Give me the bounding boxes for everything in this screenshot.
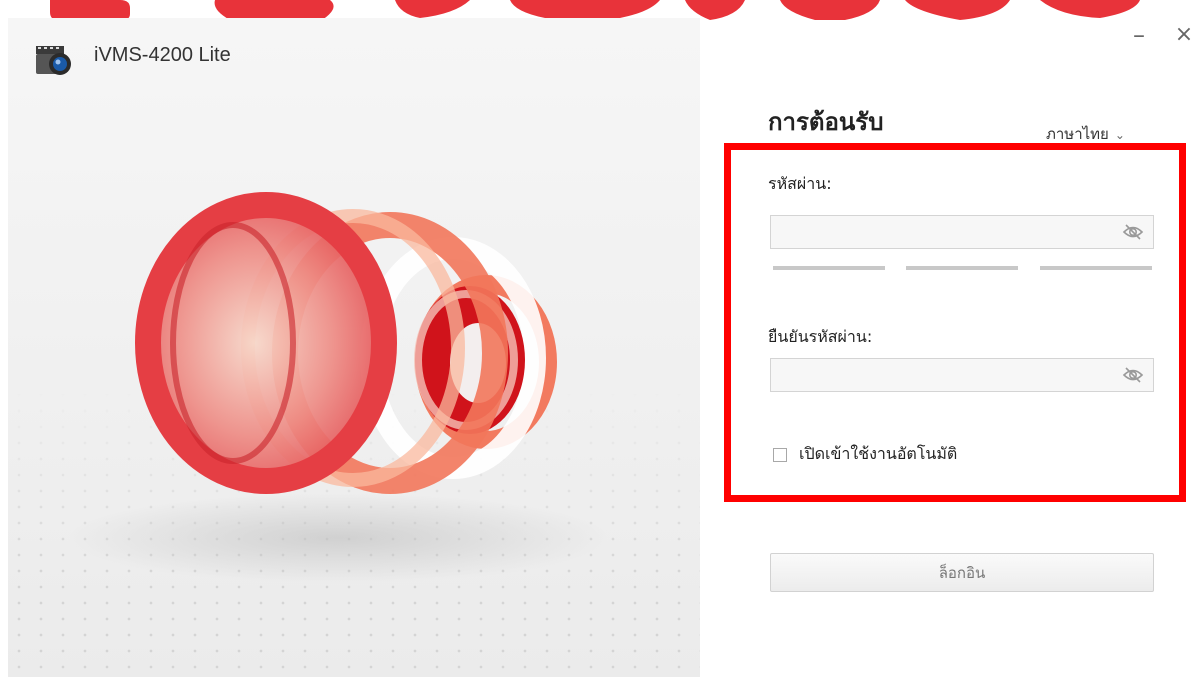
confirm-password-input[interactable] [771,359,1131,391]
minimize-button[interactable]: – [1128,22,1150,48]
auto-login-checkbox[interactable] [773,447,787,462]
app-title: iVMS-4200 Lite [94,44,231,66]
auto-login-label: เปิดเข้าใช้งานอัตโนมัติ [799,444,958,463]
confirm-password-label: ยืนยันรหัสผ่าน: [768,327,873,346]
close-button[interactable]: × [1173,22,1195,48]
confirm-password-field-container [770,358,1154,392]
camera-icon [36,46,71,75]
eye-off-icon[interactable] [1122,366,1144,384]
artwork-panel: iVMS-4200 Lite [8,18,700,677]
password-input[interactable] [771,216,1131,248]
eye-off-icon[interactable] [1122,223,1144,241]
auto-login-row[interactable]: เปิดเข้าใช้งานอัตโนมัติ [773,442,957,467]
welcome-title: การต้อนรับ [768,108,884,136]
password-label: รหัสผ่าน: [768,174,832,193]
password-strength-segment-1 [773,266,885,270]
password-field-container [770,215,1154,249]
password-strength-segment-2 [906,266,1018,270]
chevron-down-icon: ⌄ [1114,128,1125,142]
speaker-hero-illustration [68,192,608,583]
header-brand-band [0,0,1197,20]
login-button[interactable]: ล็อกอิน [770,553,1154,592]
password-strength-segment-3 [1040,266,1152,270]
